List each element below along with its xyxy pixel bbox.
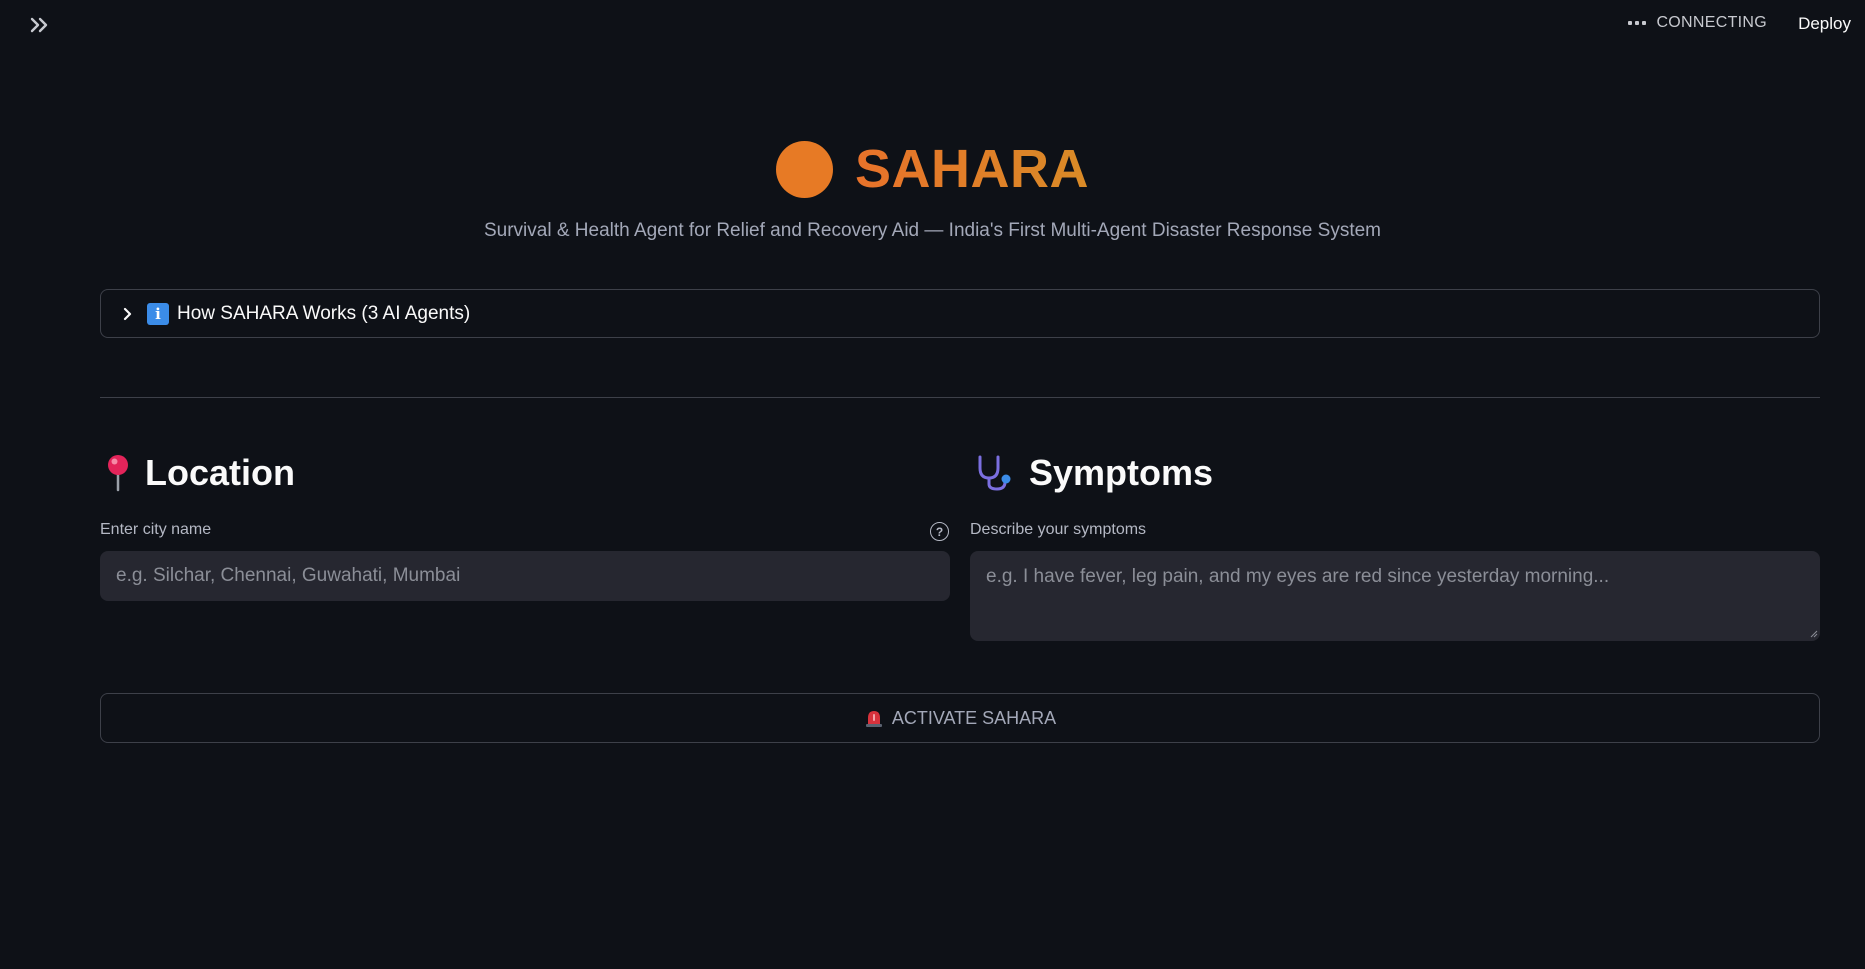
how-it-works-expander[interactable]: i How SAHARA Works (3 AI Agents) xyxy=(100,289,1820,338)
symptoms-heading-text: Symptoms xyxy=(1029,452,1214,493)
pushpin-icon xyxy=(108,455,128,492)
city-label: Enter city name xyxy=(100,521,212,538)
chevron-right-icon xyxy=(123,307,132,320)
symptoms-heading: Symptoms xyxy=(975,452,1213,494)
chevrons-right-icon[interactable] xyxy=(26,12,54,38)
connection-status: CONNECTING xyxy=(1628,14,1767,32)
top-toolbar: CONNECTING Deploy xyxy=(0,0,1865,50)
symptoms-textarea[interactable] xyxy=(970,551,1820,641)
symptoms-label: Describe your symptoms xyxy=(970,521,1147,538)
help-icon[interactable]: ? xyxy=(930,522,949,541)
city-input[interactable] xyxy=(100,551,950,601)
info-icon: i xyxy=(147,302,169,325)
status-text: CONNECTING xyxy=(1656,14,1767,31)
orange-circle-icon xyxy=(775,140,833,198)
app-title: SAHARA xyxy=(854,139,1089,199)
activate-button[interactable]: ACTIVATE SAHARA xyxy=(100,693,1820,743)
resize-grip-icon[interactable] xyxy=(1810,630,1818,638)
divider xyxy=(100,397,1820,398)
page-title: SAHARA xyxy=(0,138,1865,200)
expander-label: How SAHARA Works (3 AI Agents) xyxy=(177,302,471,324)
location-heading: Location xyxy=(105,452,295,494)
siren-icon xyxy=(865,711,882,727)
deploy-button[interactable]: Deploy xyxy=(1798,12,1851,36)
app-subtitle: Survival & Health Agent for Relief and R… xyxy=(483,220,1381,241)
status-dots-icon xyxy=(1628,21,1647,25)
location-heading-text: Location xyxy=(145,452,295,493)
stethoscope-icon xyxy=(978,455,1011,491)
activate-label: ACTIVATE SAHARA xyxy=(891,707,1057,728)
